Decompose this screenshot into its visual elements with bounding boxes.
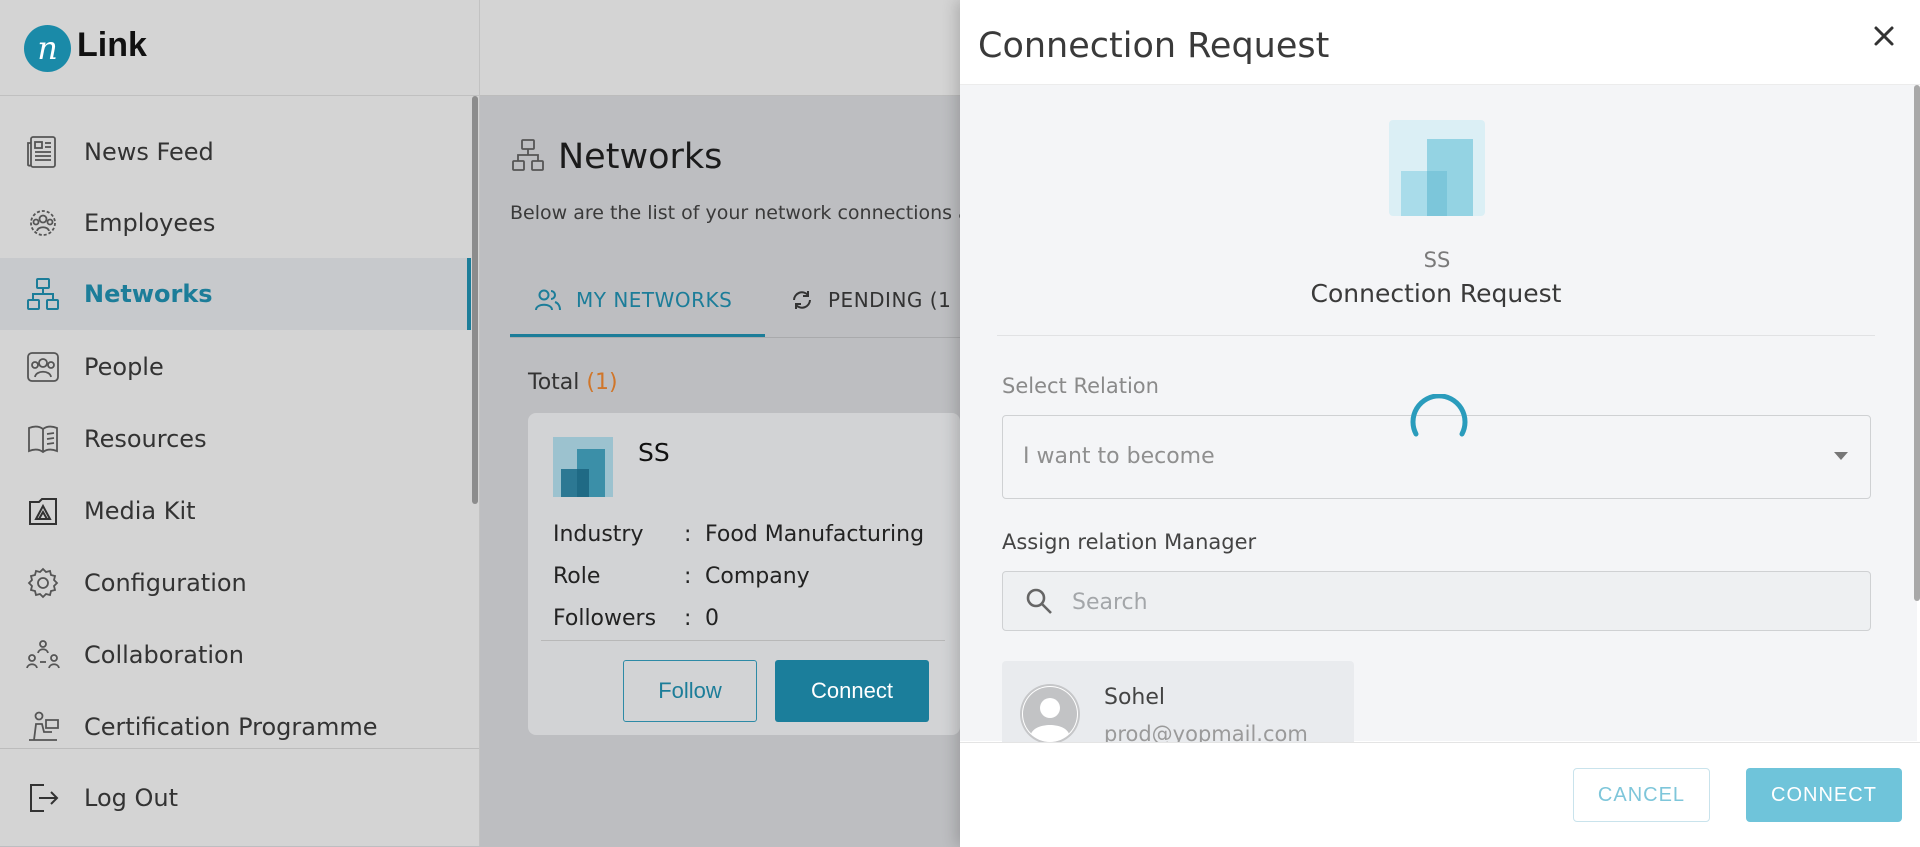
active-indicator [467, 258, 471, 330]
select-relation-label: Select Relation [1002, 374, 1159, 398]
sidebar-item-people[interactable]: People [0, 331, 470, 403]
row-value: Company [705, 564, 810, 589]
people-icon [24, 348, 62, 386]
total-count: Total (1) [528, 370, 618, 395]
drawer-subtitle: Connection Request [1310, 279, 1562, 308]
networks-icon [510, 137, 548, 175]
connect-button[interactable]: Connect [775, 660, 929, 722]
sidebar-item-employees[interactable]: Employees [0, 187, 470, 259]
sidebar-item-label: Certification Programme [84, 713, 378, 741]
search-input[interactable] [1070, 581, 1854, 623]
sidebar-item-networks[interactable]: Networks [0, 258, 470, 330]
divider [997, 335, 1875, 336]
company-name: SS [1423, 248, 1451, 272]
company-logo [553, 437, 613, 497]
configuration-icon [24, 564, 62, 602]
sidebar-item-label: News Feed [84, 138, 214, 166]
sidebar-item-resources[interactable]: Resources [0, 403, 470, 475]
news-feed-icon [24, 133, 62, 171]
row-value: Food Manufacturing [705, 522, 925, 547]
employees-icon [24, 204, 62, 242]
follow-button[interactable]: Follow [623, 660, 757, 722]
resources-icon [24, 420, 62, 458]
relation-select-value: I want to become [1023, 444, 1215, 469]
chevron-down-icon[interactable] [1834, 452, 1848, 460]
certification-icon [24, 708, 62, 746]
card-row-industry: Industry : Food Manufacturing [553, 522, 943, 550]
drawer-scrollbar[interactable] [1914, 85, 1920, 601]
card-divider [541, 640, 945, 641]
logout-icon [24, 779, 62, 817]
sidebar-item-label: Collaboration [84, 641, 244, 669]
assign-manager-label: Assign relation Manager [1002, 530, 1257, 554]
row-key: Followers [553, 606, 657, 631]
logo[interactable]: n Link [0, 0, 479, 96]
page-title: Networks [558, 137, 723, 177]
loading-spinner-icon [1410, 393, 1468, 452]
sidebar-item-collaboration[interactable]: Collaboration [0, 619, 470, 691]
row-separator: : [684, 564, 692, 589]
people-icon [534, 288, 562, 312]
media-kit-icon [24, 492, 62, 530]
search-icon [1025, 587, 1053, 615]
row-key: Role [553, 564, 601, 589]
row-separator: : [684, 606, 692, 631]
collaboration-icon [24, 636, 62, 674]
card-row-role: Role : Company [553, 564, 943, 592]
sidebar-item-configuration[interactable]: Configuration [0, 547, 470, 619]
networks-icon [24, 275, 62, 313]
sidebar-item-label: Media Kit [84, 497, 196, 525]
close-icon[interactable] [1866, 18, 1902, 54]
row-key: Industry [553, 522, 644, 547]
sidebar-scrollbar[interactable] [472, 96, 478, 504]
logout-label: Log Out [84, 784, 179, 812]
company-name[interactable]: SS [638, 438, 670, 467]
row-value: 0 [705, 606, 719, 631]
tab-pending[interactable]: PENDING (1 [790, 262, 951, 338]
logo-text: Link [77, 26, 147, 64]
tab-label: MY NETWORKS [576, 288, 733, 312]
sidebar-item-label: People [84, 353, 164, 381]
logout-button[interactable]: Log Out [0, 762, 470, 834]
company-logo [1389, 120, 1485, 216]
tab-my-networks[interactable]: MY NETWORKS [510, 262, 765, 338]
sidebar-item-media-kit[interactable]: Media Kit [0, 475, 470, 547]
manager-name: Sohel [1104, 685, 1166, 710]
divider [0, 748, 479, 749]
sidebar-item-news-feed[interactable]: News Feed [0, 116, 470, 188]
drawer-title: Connection Request [978, 26, 1330, 66]
sidebar-item-label: Employees [84, 209, 216, 237]
connect-submit-button[interactable]: CONNECT [1746, 768, 1902, 822]
row-separator: : [684, 522, 692, 547]
sidebar-item-label: Networks [84, 280, 213, 308]
sidebar-item-certification[interactable]: Certification Programme [0, 691, 470, 763]
total-value: (1) [586, 370, 618, 395]
tab-label: PENDING (1 [828, 288, 952, 312]
refresh-icon [790, 288, 814, 312]
sidebar-item-label: Configuration [84, 569, 247, 597]
logo-mark: n [24, 25, 71, 72]
sidebar-item-label: Resources [84, 425, 207, 453]
avatar [1020, 684, 1080, 744]
card-row-followers: Followers : 0 [553, 606, 943, 634]
page-description: Below are the list of your network conne… [510, 202, 978, 224]
total-label: Total [528, 370, 580, 395]
tabs-divider [510, 337, 960, 338]
cancel-button[interactable]: CANCEL [1573, 768, 1710, 822]
